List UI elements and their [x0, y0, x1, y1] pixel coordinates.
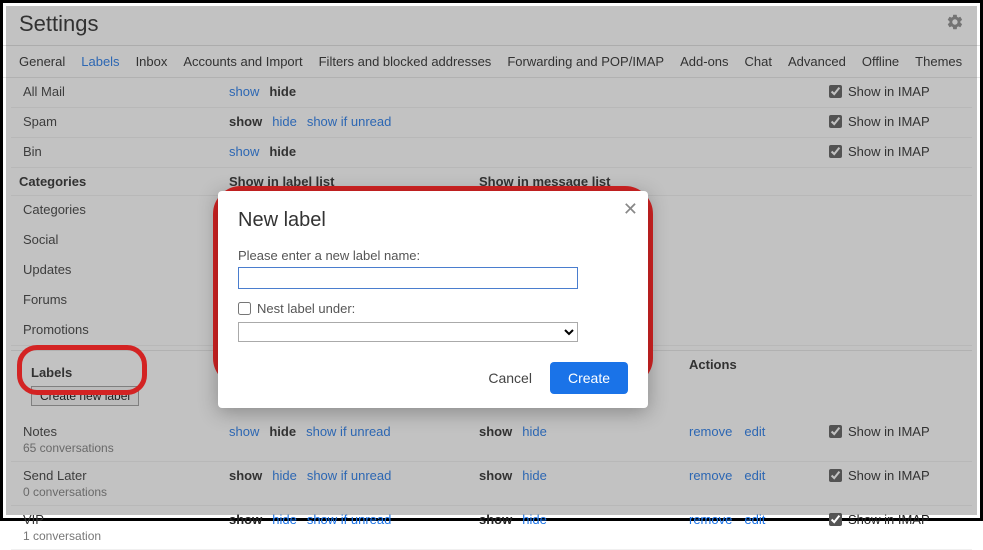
cancel-button[interactable]: Cancel — [478, 364, 542, 392]
dialog-prompt: Please enter a new label name: — [238, 248, 628, 263]
nest-select[interactable] — [238, 322, 578, 342]
tab-inbox[interactable]: Inbox — [136, 54, 168, 69]
show-in-label-list-header: Show in label list — [229, 174, 479, 189]
tab-addons[interactable]: Add-ons — [680, 54, 728, 69]
row-vip: VIP 1 conversation show hide show if unr… — [11, 506, 972, 550]
imap-label: Show in IMAP — [848, 512, 930, 527]
imap-label: Show in IMAP — [848, 144, 930, 159]
row-notes: Notes 65 conversations show hide show if… — [11, 418, 972, 462]
imap-checkbox[interactable] — [829, 513, 842, 526]
edit-link[interactable]: edit — [744, 512, 765, 527]
label-notes-count: 65 conversations — [23, 441, 229, 455]
remove-link[interactable]: remove — [689, 468, 732, 483]
imap-checkbox[interactable] — [829, 425, 842, 438]
settings-tabs: General Labels Inbox Accounts and Import… — [3, 46, 980, 78]
imap-checkbox[interactable] — [829, 85, 842, 98]
imap-label: Show in IMAP — [848, 84, 930, 99]
cat-social: Social — [19, 232, 229, 247]
tab-accounts[interactable]: Accounts and Import — [183, 54, 302, 69]
label-spam: Spam — [19, 114, 229, 129]
imap-label: Show in IMAP — [848, 468, 930, 483]
actions-header: Actions — [689, 357, 829, 412]
show-if-unread-link[interactable]: show if unread — [307, 512, 392, 527]
imap-checkbox[interactable] — [829, 115, 842, 128]
show-if-unread-link[interactable]: show if unread — [307, 468, 392, 483]
close-icon[interactable]: ✕ — [623, 199, 638, 220]
label-send-later-count: 0 conversations — [23, 485, 229, 499]
label-bin: Bin — [19, 144, 229, 159]
nest-label: Nest label under: — [257, 301, 355, 316]
show-if-unread-link[interactable]: show if unread — [307, 114, 392, 129]
tab-labels[interactable]: Labels — [81, 54, 119, 69]
label-all-mail: All Mail — [19, 84, 229, 99]
hide-link[interactable]: hide — [272, 114, 297, 129]
tab-chat[interactable]: Chat — [745, 54, 772, 69]
tab-offline[interactable]: Offline — [862, 54, 899, 69]
create-new-label-button[interactable]: Create new label — [31, 386, 139, 406]
remove-link[interactable]: remove — [689, 424, 732, 439]
show-if-unread-link[interactable]: show if unread — [306, 424, 391, 439]
hide-link[interactable]: hide — [522, 512, 547, 527]
new-label-dialog: ✕ New label Please enter a new label nam… — [218, 191, 648, 408]
label-vip: VIP — [23, 512, 229, 527]
show-link[interactable]: show — [229, 424, 259, 439]
tab-filters[interactable]: Filters and blocked addresses — [319, 54, 492, 69]
hide-bold[interactable]: hide — [269, 424, 296, 439]
row-bin: Bin show hide Show in IMAP — [11, 138, 972, 168]
row-spam: Spam show hide show if unread Show in IM… — [11, 108, 972, 138]
tab-forwarding[interactable]: Forwarding and POP/IMAP — [507, 54, 664, 69]
label-notes: Notes — [23, 424, 229, 439]
page-title: Settings — [19, 11, 99, 37]
hide-link[interactable]: hide — [522, 468, 547, 483]
show-bold[interactable]: show — [229, 512, 262, 527]
label-vip-count: 1 conversation — [23, 529, 229, 543]
row-all-mail: All Mail show hide Show in IMAP — [11, 78, 972, 108]
hide-link[interactable]: hide — [522, 424, 547, 439]
tab-general[interactable]: General — [19, 54, 65, 69]
imap-label: Show in IMAP — [848, 424, 930, 439]
imap-checkbox[interactable] — [829, 469, 842, 482]
show-bold[interactable]: show — [229, 114, 262, 129]
show-bold[interactable]: show — [479, 512, 512, 527]
show-in-message-list-header: Show in message list — [479, 174, 689, 189]
remove-link[interactable]: remove — [689, 512, 732, 527]
edit-link[interactable]: edit — [744, 468, 765, 483]
show-link[interactable]: show — [229, 84, 259, 99]
nest-checkbox[interactable] — [238, 302, 251, 315]
create-button[interactable]: Create — [550, 362, 628, 394]
tab-themes[interactable]: Themes — [915, 54, 962, 69]
imap-label: Show in IMAP — [848, 114, 930, 129]
cat-forums: Forums — [19, 292, 229, 307]
hide-link[interactable]: hide — [272, 468, 297, 483]
hide-bold[interactable]: hide — [269, 144, 296, 159]
show-bold[interactable]: show — [229, 468, 262, 483]
cat-updates: Updates — [19, 262, 229, 277]
tab-advanced[interactable]: Advanced — [788, 54, 846, 69]
dialog-title: New label — [238, 209, 628, 232]
hide-bold[interactable]: hide — [269, 84, 296, 99]
gear-icon[interactable] — [946, 13, 964, 36]
show-link[interactable]: show — [229, 144, 259, 159]
edit-link[interactable]: edit — [744, 424, 765, 439]
show-bold[interactable]: show — [479, 424, 512, 439]
hide-link[interactable]: hide — [272, 512, 297, 527]
show-bold[interactable]: show — [479, 468, 512, 483]
cat-promotions: Promotions — [19, 322, 229, 337]
label-send-later: Send Later — [23, 468, 229, 483]
imap-checkbox[interactable] — [829, 145, 842, 158]
row-send-later: Send Later 0 conversations show hide sho… — [11, 462, 972, 506]
labels-title: Labels — [19, 357, 229, 382]
cat-categories: Categories — [19, 202, 229, 217]
categories-title: Categories — [19, 174, 229, 189]
label-name-input[interactable] — [238, 267, 578, 289]
